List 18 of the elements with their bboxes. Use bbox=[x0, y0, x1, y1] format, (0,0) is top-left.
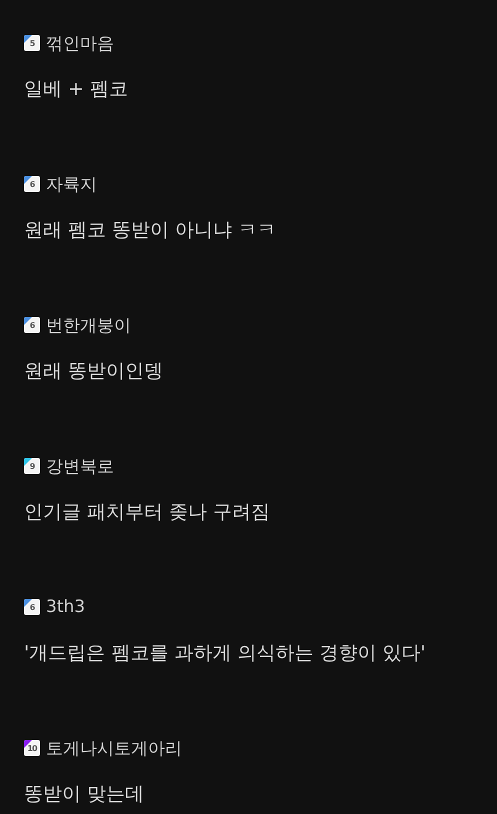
author-name[interactable]: 강변북로 bbox=[46, 454, 114, 478]
comment-text: 원래 똥받이인뎅 bbox=[24, 359, 164, 384]
author-name[interactable]: 꺾인마음 bbox=[46, 32, 114, 54]
author-name[interactable]: 자륙지 bbox=[46, 172, 97, 196]
author-name[interactable]: 번한개붕이 bbox=[46, 314, 131, 336]
level-badge: 6 bbox=[24, 317, 40, 333]
comment-text: 원래 펨코 똥받이 아니냐 ㅋㅋ bbox=[24, 218, 278, 243]
level-badge: 6 bbox=[24, 176, 40, 192]
level-badge: 5 bbox=[24, 35, 40, 51]
author-name[interactable]: 3th3 bbox=[46, 597, 86, 617]
level-badge: 9 bbox=[24, 458, 40, 474]
level-badge: 10 bbox=[24, 740, 40, 756]
author-name[interactable]: 토게나시토게아리 bbox=[46, 736, 182, 760]
level-badge: 6 bbox=[24, 599, 40, 615]
comment-text: 똥받이 맞는데 bbox=[24, 782, 146, 807]
comment-text: 일베 + 펨코 bbox=[24, 77, 129, 102]
comment-text: 인기글 패치부터 좆나 구려짐 bbox=[24, 500, 272, 525]
comment-text: '개드립은 펨코를 과하게 의식하는 경향이 있다' bbox=[24, 641, 427, 666]
